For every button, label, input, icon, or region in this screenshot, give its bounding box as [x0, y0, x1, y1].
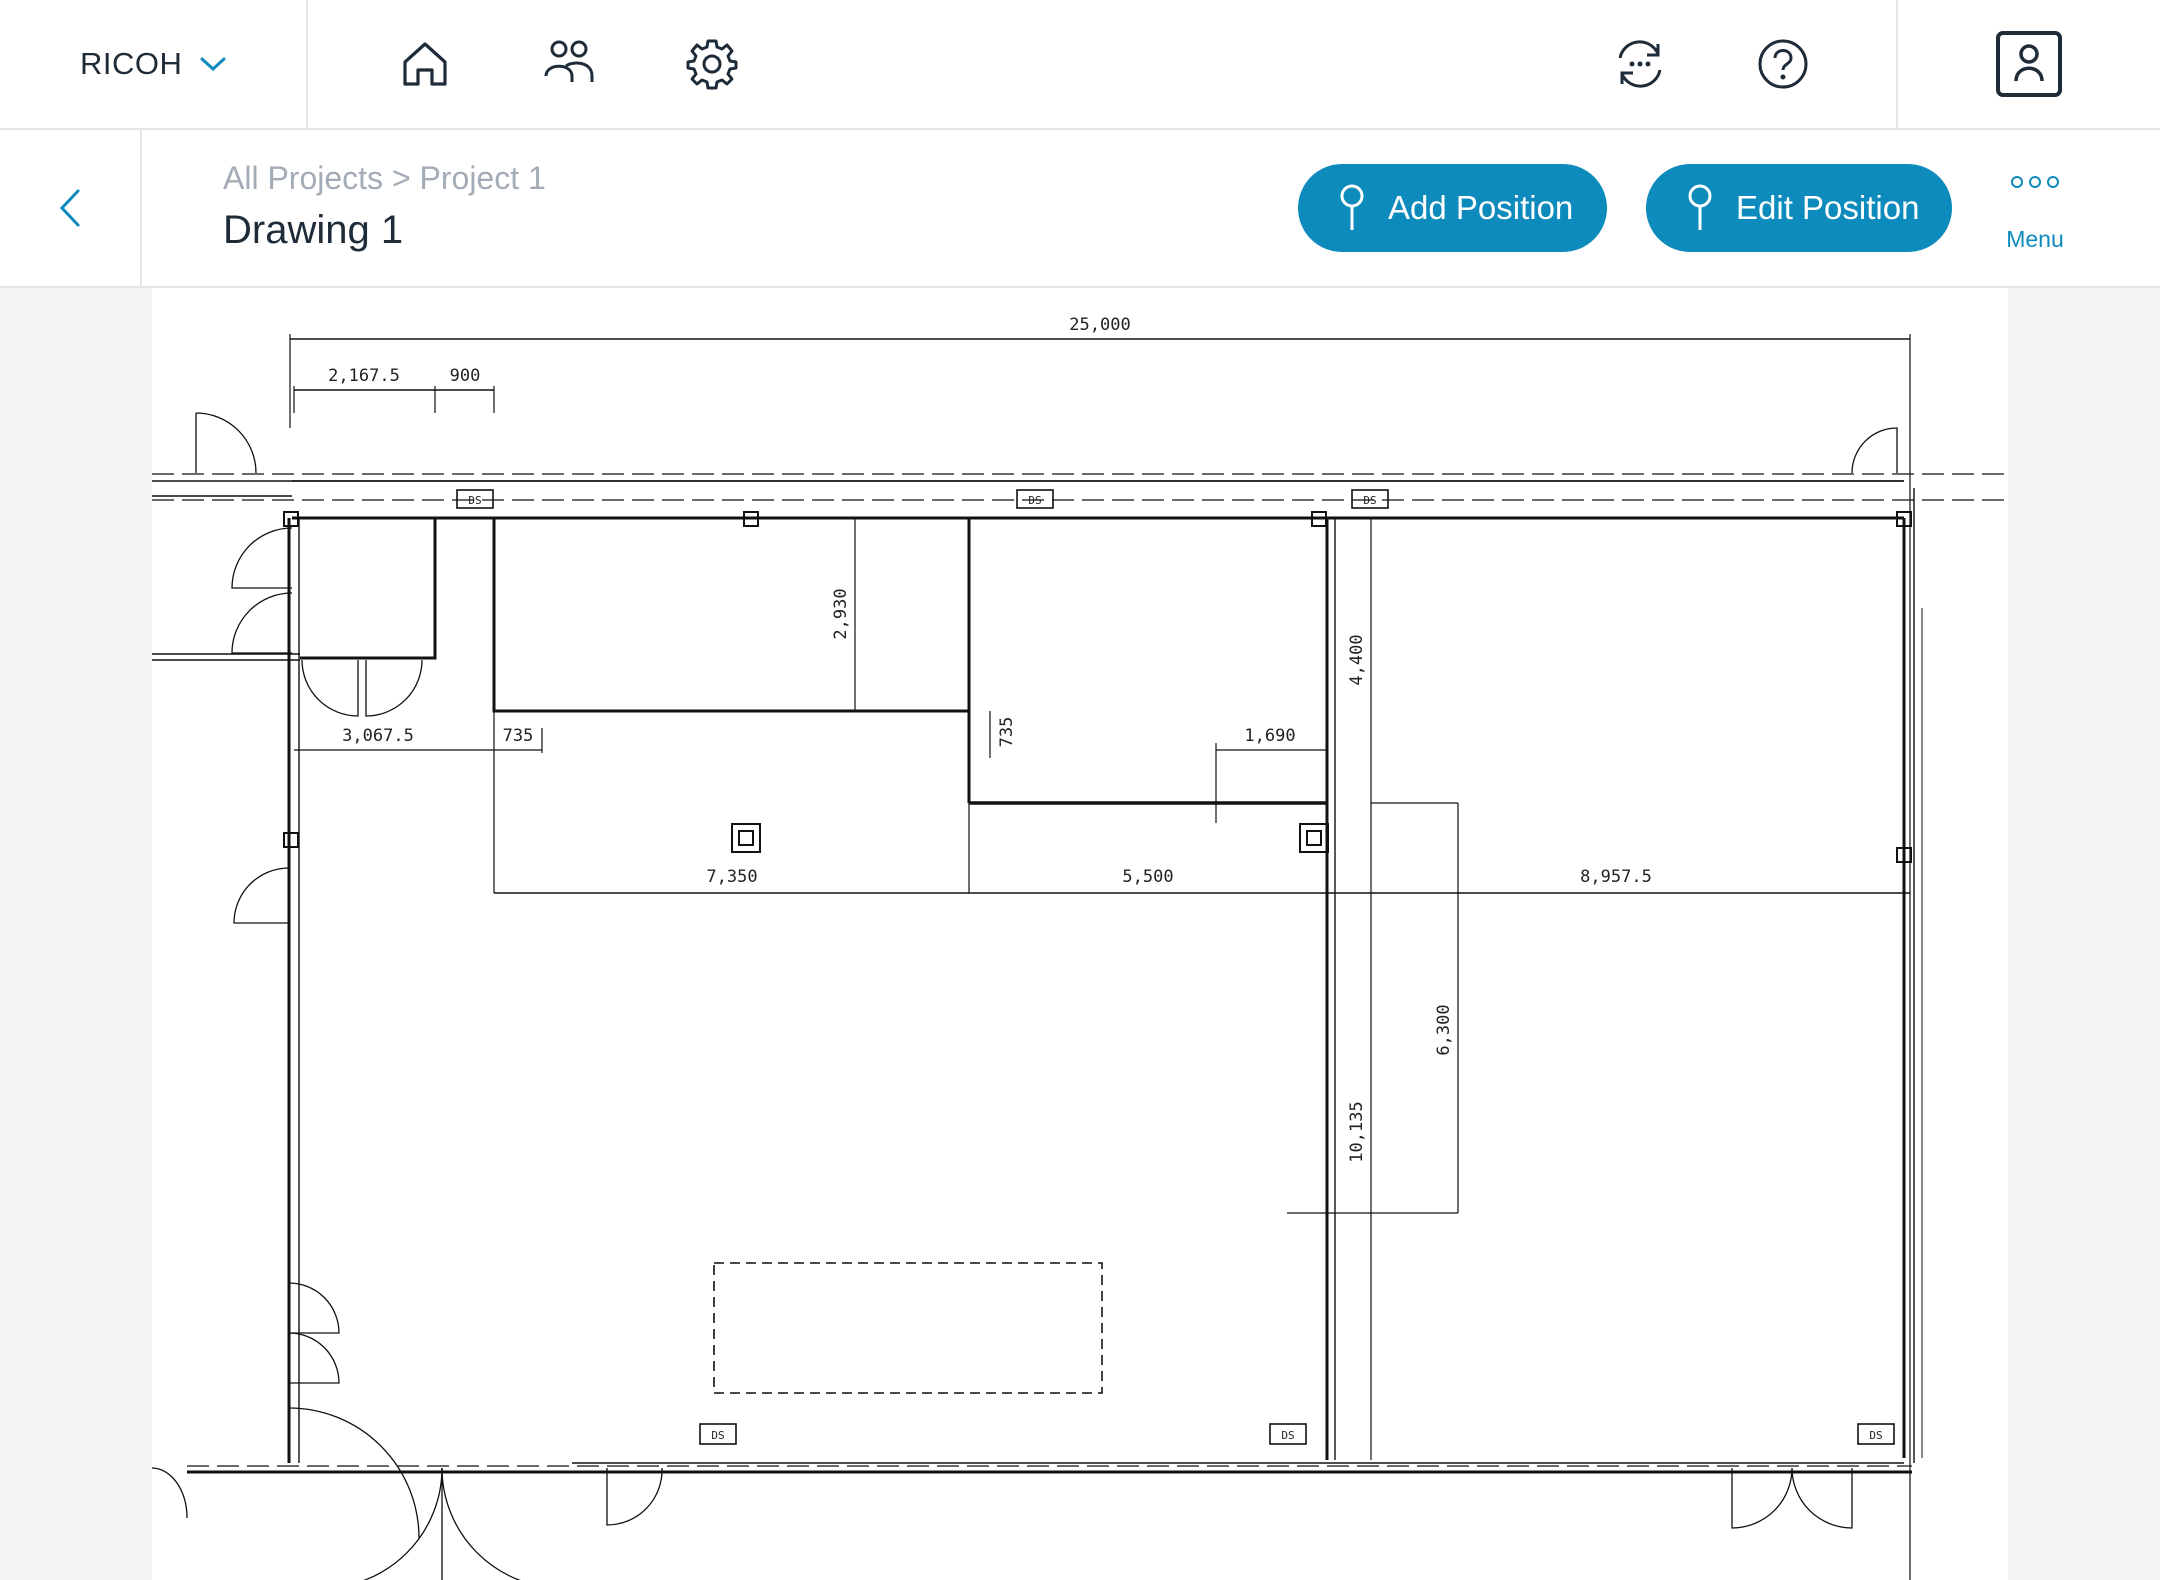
dim-label: 735	[997, 717, 1017, 748]
fixture-label: DS	[1869, 1429, 1882, 1442]
dim-label: 2,167.5	[328, 366, 400, 386]
menu-label: Menu	[2006, 226, 2064, 252]
dim-label: 735	[503, 726, 534, 746]
dim-label: 7,350	[706, 867, 757, 887]
breadcrumb-separator: >	[391, 160, 411, 196]
pin-icon	[1688, 184, 1712, 230]
users-icon[interactable]	[540, 34, 600, 94]
dim-overall-width: 25,000	[1069, 315, 1130, 335]
back-button[interactable]	[0, 130, 142, 286]
edit-position-button[interactable]: Edit Position	[1646, 164, 1952, 252]
dim-label: 6,300	[1434, 1004, 1454, 1055]
profile-icon	[1996, 31, 2062, 97]
dim-label: 1,690	[1244, 726, 1295, 746]
more-icon	[1985, 176, 2085, 188]
drawing-viewport[interactable]: 25,000 2,167.5 900 3,067.5 735 1,690 7,3…	[0, 288, 2160, 1580]
add-position-button[interactable]: Add Position	[1298, 164, 1607, 252]
organization-name: RICOH	[80, 46, 183, 81]
organization-selector[interactable]: RICOH	[0, 0, 308, 128]
fixture-label: DS	[468, 494, 481, 507]
drawing-header: All Projects > Project 1 Drawing 1 Add P…	[0, 130, 2160, 288]
chevron-left-icon	[59, 189, 80, 227]
menu-button[interactable]: Menu	[1985, 166, 2085, 253]
pin-icon	[1340, 184, 1364, 230]
fixture-label: DS	[711, 1429, 724, 1442]
edit-position-label: Edit Position	[1736, 189, 1920, 226]
fixture-label: DS	[1028, 494, 1041, 507]
dim-label: 4,400	[1347, 634, 1367, 685]
dim-label: 900	[450, 366, 481, 386]
gear-icon[interactable]	[682, 34, 742, 94]
dim-label: 2,930	[831, 588, 851, 639]
home-icon[interactable]	[395, 34, 455, 94]
floor-plan[interactable]: 25,000 2,167.5 900 3,067.5 735 1,690 7,3…	[152, 288, 2008, 1580]
breadcrumb: All Projects > Project 1	[223, 160, 546, 197]
fixture-label: DS	[1281, 1429, 1294, 1442]
breadcrumb-all-projects[interactable]: All Projects	[223, 160, 383, 196]
dim-label: 3,067.5	[342, 726, 414, 746]
page-title: Drawing 1	[223, 208, 404, 252]
profile-button[interactable]	[1896, 0, 2160, 128]
dim-label: 8,957.5	[1580, 867, 1652, 887]
breadcrumb-project[interactable]: Project 1	[420, 160, 546, 196]
dim-label: 10,135	[1347, 1101, 1367, 1162]
help-icon[interactable]	[1753, 34, 1813, 94]
top-navigation-bar: RICOH	[0, 0, 2160, 130]
fixture-label: DS	[1363, 494, 1376, 507]
add-position-label: Add Position	[1388, 189, 1574, 226]
dim-label: 5,500	[1122, 867, 1173, 887]
sync-icon[interactable]	[1610, 34, 1670, 94]
drawing-sheet[interactable]: 25,000 2,167.5 900 3,067.5 735 1,690 7,3…	[152, 288, 2008, 1580]
chevron-down-icon	[200, 57, 226, 72]
